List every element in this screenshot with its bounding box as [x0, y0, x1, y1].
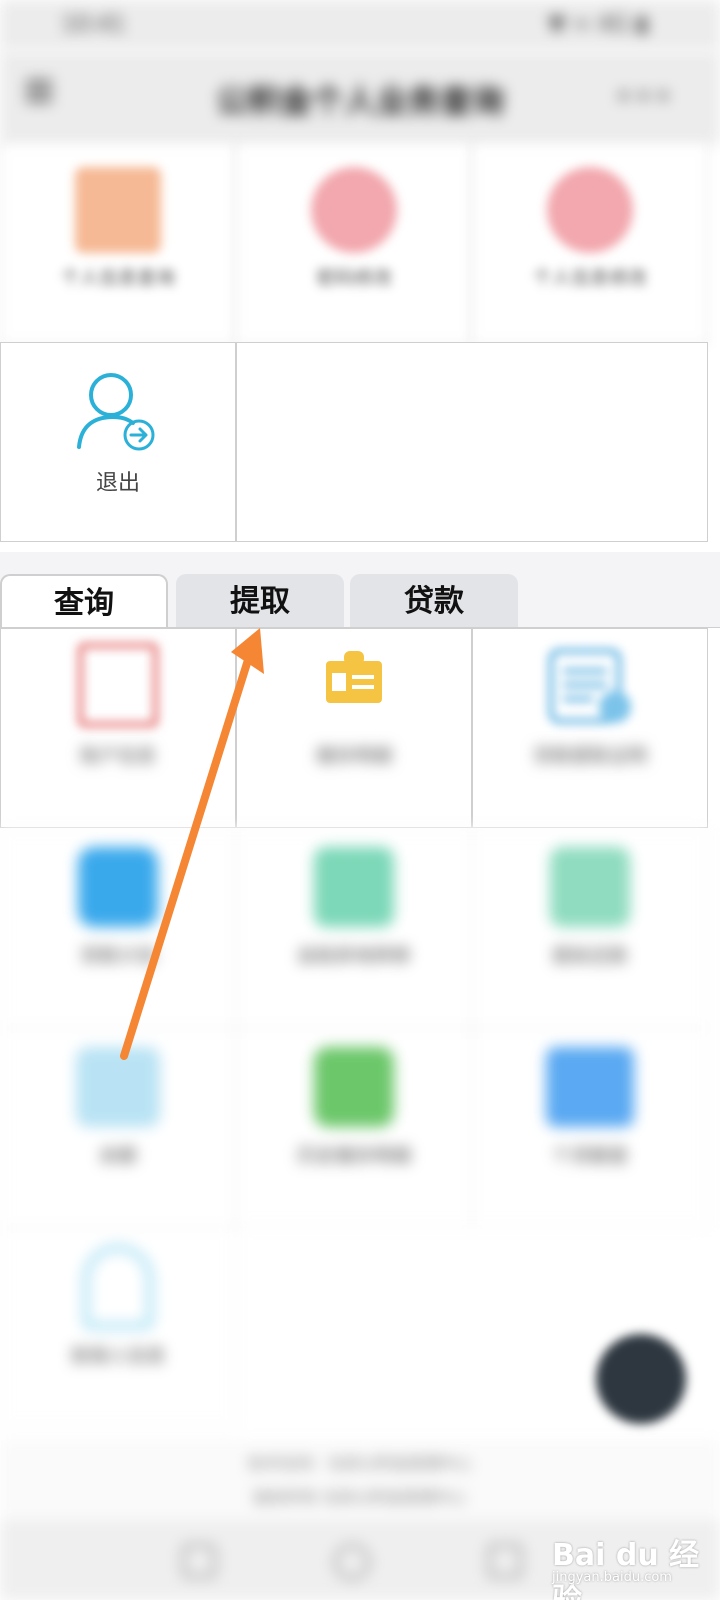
watermark-url: jingyan.baidu.com — [552, 1570, 672, 1585]
watermark-logo: Bai du 经验 — [552, 1538, 700, 1600]
arrow-shaft — [120, 656, 252, 1060]
annotation-arrow — [120, 628, 264, 1060]
